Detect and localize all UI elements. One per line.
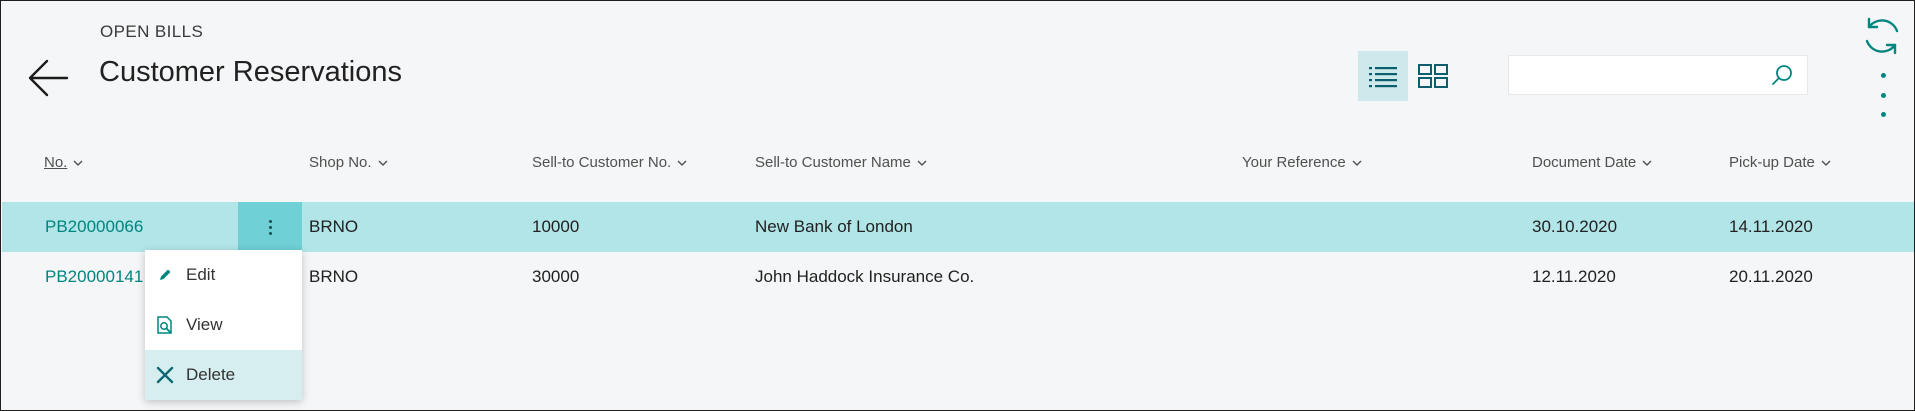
- column-header-document-date[interactable]: Document Date: [1532, 154, 1652, 171]
- search-input[interactable]: [1509, 56, 1759, 94]
- cell-customer-name: John Haddock Insurance Co.: [755, 267, 975, 286]
- row-context-menu: Edit View Delete: [145, 250, 302, 400]
- tile-view-toggle[interactable]: [1408, 51, 1458, 101]
- chevron-down-icon: [917, 160, 927, 166]
- menu-item-delete[interactable]: Delete: [145, 350, 302, 400]
- x-icon: [154, 364, 176, 386]
- pencil-icon: [154, 264, 176, 286]
- column-header-customer-name[interactable]: Sell-to Customer Name: [755, 154, 927, 171]
- more-actions-button[interactable]: [1873, 73, 1893, 117]
- column-header-customer-no[interactable]: Sell-to Customer No.: [532, 154, 687, 171]
- more-vertical-icon: [268, 219, 272, 223]
- cell-pickup-date: 14.11.2020: [1729, 217, 1813, 236]
- cell-shop-no: BRNO: [309, 217, 359, 236]
- list-view-toggle[interactable]: [1358, 51, 1408, 101]
- back-button[interactable]: [27, 55, 73, 101]
- tile-view-icon: [1418, 64, 1448, 88]
- row-actions-button[interactable]: [238, 202, 302, 252]
- cell-customer-no: 10000: [532, 217, 580, 236]
- back-arrow-icon: [28, 59, 69, 97]
- cell-document-date: 30.10.2020: [1532, 217, 1618, 236]
- menu-item-edit[interactable]: Edit: [145, 250, 302, 300]
- menu-item-label: Edit: [186, 265, 216, 284]
- more-vertical-icon: [1880, 73, 1886, 78]
- page-title: Customer Reservations: [99, 56, 402, 88]
- cell-pickup-date: 20.11.2020: [1729, 267, 1813, 286]
- chevron-down-icon: [1642, 160, 1652, 166]
- menu-item-label: Delete: [186, 365, 236, 384]
- column-header-shop-no[interactable]: Shop No.: [309, 154, 388, 171]
- cell-customer-no: 30000: [532, 267, 580, 286]
- page-caption: OPEN BILLS: [100, 22, 204, 41]
- chevron-down-icon: [1821, 160, 1831, 166]
- cell-document-date: 12.11.2020: [1532, 267, 1616, 286]
- menu-item-view[interactable]: View: [145, 300, 302, 350]
- search-box: [1508, 55, 1808, 95]
- chevron-down-icon: [677, 160, 687, 166]
- cell-no-link[interactable]: PB20000066: [45, 202, 143, 252]
- column-header-no[interactable]: No.: [44, 154, 83, 171]
- search-icon[interactable]: [1771, 64, 1793, 86]
- refresh-button[interactable]: [1861, 15, 1903, 57]
- column-header-pickup-date[interactable]: Pick-up Date: [1729, 154, 1831, 171]
- menu-item-label: View: [186, 315, 223, 334]
- chevron-down-icon: [378, 160, 388, 166]
- view-document-icon: [154, 314, 176, 336]
- cell-no-link[interactable]: PB20000141: [45, 252, 143, 302]
- cell-shop-no: BRNO: [309, 267, 359, 286]
- list-view-icon: [1369, 67, 1397, 88]
- refresh-icon: [1865, 17, 1899, 55]
- chevron-down-icon: [73, 160, 83, 166]
- table-row[interactable]: PB20000066 BRNO 10000 New Bank of London…: [2, 202, 1914, 252]
- cell-customer-name: New Bank of London: [755, 217, 913, 236]
- chevron-down-icon: [1352, 160, 1362, 166]
- column-header-your-reference[interactable]: Your Reference: [1242, 154, 1362, 171]
